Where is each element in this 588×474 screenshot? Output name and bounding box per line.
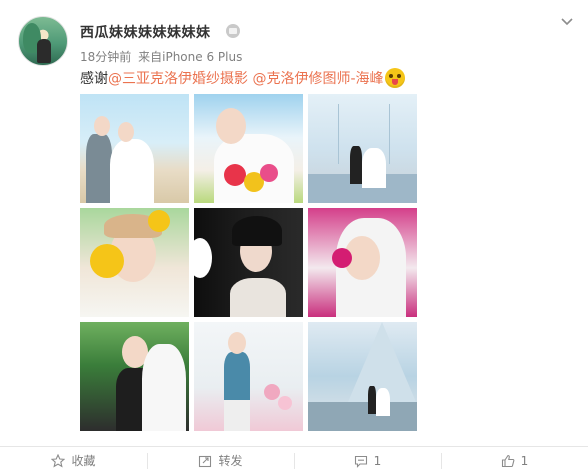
photo-2-face [216, 108, 246, 144]
post-source: iPhone 6 Plus [162, 50, 243, 64]
mention-link-2[interactable]: @克洛伊修图师-海峰 [252, 71, 383, 87]
chevron-down-icon[interactable] [560, 14, 574, 28]
source-prefix: 来自 [138, 50, 163, 64]
photo-2-flower [260, 164, 278, 182]
photo-3-groom [350, 146, 362, 184]
photo-8-balloon-1 [264, 384, 280, 400]
photo-5[interactable] [194, 208, 303, 317]
photo-5-light [194, 238, 212, 278]
photo-4[interactable] [80, 208, 189, 317]
action-bar: 收藏 转发 1 1 [0, 446, 588, 474]
user-name[interactable]: 西瓜妹妹妹妹妹妹妹 [80, 22, 211, 42]
photo-5-gown [230, 278, 286, 317]
photo-2-rose [224, 164, 246, 186]
photo-3[interactable] [308, 94, 417, 203]
post-time[interactable]: 18分钟前 [80, 50, 131, 64]
photo-9-bride [376, 388, 390, 416]
comment-count: 1 [373, 453, 382, 468]
like-button[interactable]: 1 [441, 447, 588, 474]
crazy-face-emoji-icon [384, 68, 405, 88]
favorite-label: 收藏 [71, 454, 96, 468]
favorite-button[interactable]: 收藏 [0, 447, 147, 474]
post-meta: 18分钟前 来自iPhone 6 Plus [80, 48, 242, 65]
photo-7-bride [142, 344, 186, 431]
photo-7[interactable] [80, 322, 189, 431]
mention-link-1[interactable]: @三亚克洛伊婚纱摄影 [108, 71, 248, 87]
repost-button[interactable]: 转发 [147, 447, 294, 474]
photo-1-bride-face [118, 122, 134, 142]
vip-badge-icon [226, 24, 240, 38]
photo-9-deck [308, 402, 417, 431]
photo-4-sunflower-2 [148, 210, 170, 232]
photo-8-groom-face [228, 332, 246, 354]
photo-8-balloon-2 [278, 396, 292, 410]
photo-8-trousers [224, 400, 250, 431]
photo-9[interactable] [308, 322, 417, 431]
star-icon [51, 453, 66, 468]
repost-icon [199, 455, 212, 467]
photo-2[interactable] [194, 94, 303, 203]
photo-3-bride [362, 148, 386, 188]
comment-icon [354, 455, 367, 468]
avatar[interactable] [18, 16, 68, 66]
photo-8[interactable] [194, 322, 303, 431]
photo-1-groom-face [94, 116, 110, 136]
photo-1-groom [86, 134, 112, 203]
post-text: 感谢@三亚克洛伊婚纱摄影 @克洛伊修图师-海峰 [80, 68, 405, 88]
photo-6-flower [332, 248, 352, 268]
post-text-prefix: 感谢 [80, 71, 108, 87]
photo-5-hair [232, 216, 282, 246]
photo-grid [80, 94, 417, 431]
thumbs-up-icon [501, 454, 515, 467]
photo-4-sunflower [90, 244, 124, 278]
photo-1-bride-dress [110, 139, 154, 203]
like-count: 1 [520, 453, 529, 468]
photo-8-groom-shirt [224, 352, 250, 402]
repost-label: 转发 [218, 454, 243, 468]
comment-button[interactable]: 1 [294, 447, 441, 474]
photo-6[interactable] [308, 208, 417, 317]
photo-9-groom [368, 386, 376, 414]
avatar-figure [37, 39, 51, 63]
photo-1[interactable] [80, 94, 189, 203]
